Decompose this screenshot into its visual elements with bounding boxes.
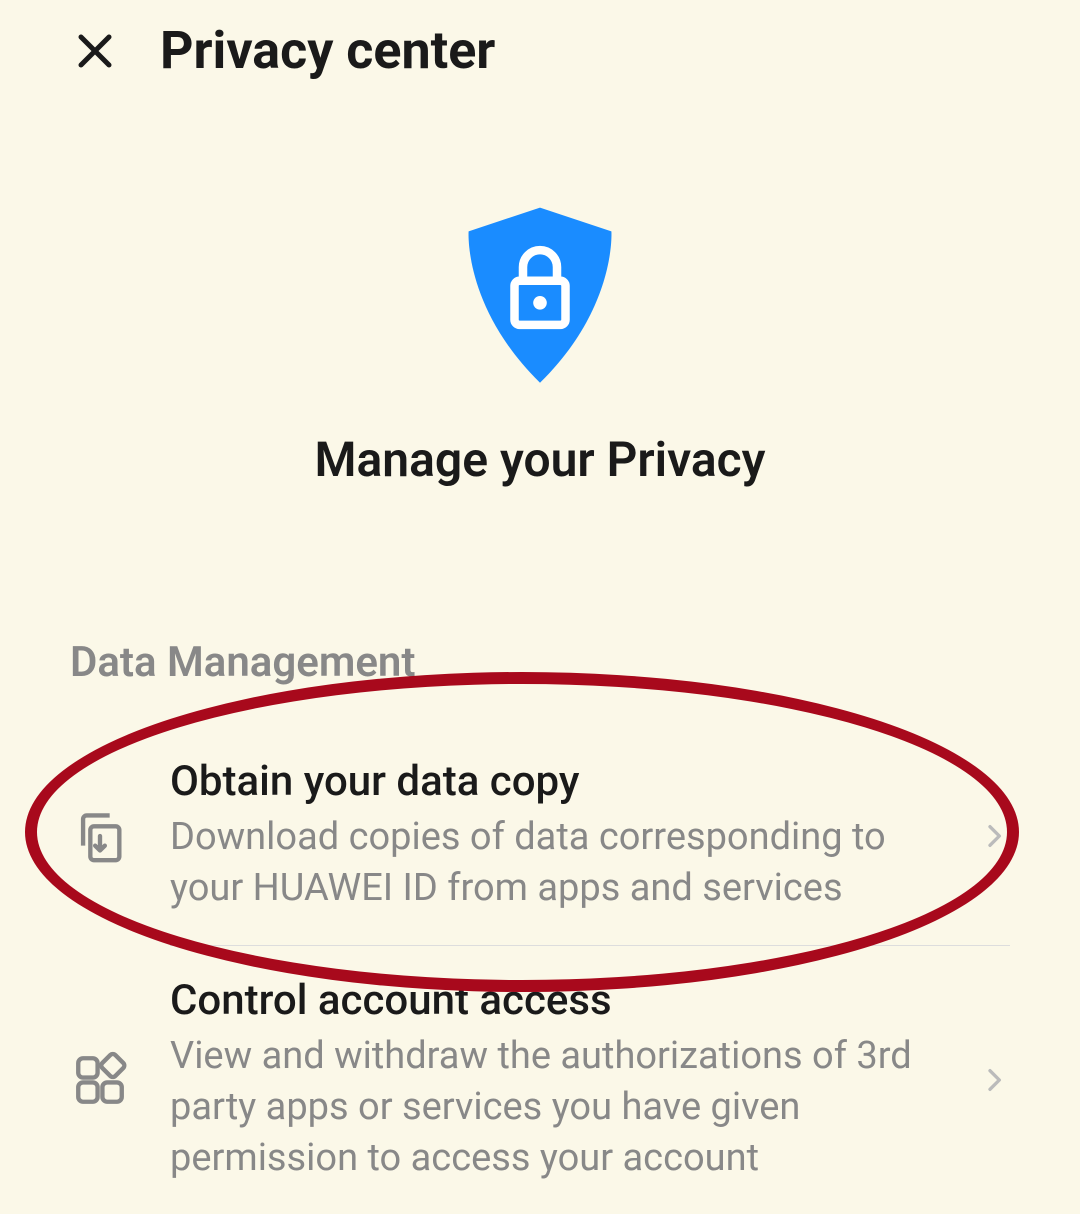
hero-title: Manage your Privacy bbox=[315, 431, 766, 488]
item-title: Control account access bbox=[170, 976, 938, 1025]
item-subtitle: View and withdraw the authorizations of … bbox=[170, 1031, 938, 1185]
item-body: Control account access View and withdraw… bbox=[170, 976, 938, 1185]
item-title: Obtain your data copy bbox=[170, 757, 938, 806]
page-title: Privacy center bbox=[160, 20, 495, 81]
item-body: Obtain your data copy Download copies of… bbox=[170, 757, 938, 915]
shield-lock-icon bbox=[455, 201, 625, 391]
apps-grid-icon bbox=[70, 1050, 130, 1110]
hero-section: Manage your Privacy bbox=[0, 201, 1080, 488]
close-icon[interactable] bbox=[70, 26, 120, 76]
item-subtitle: Download copies of data corresponding to… bbox=[170, 812, 938, 915]
section-header: Data Management bbox=[0, 638, 1080, 687]
list-item-control-account-access[interactable]: Control account access View and withdraw… bbox=[70, 946, 1010, 1214]
chevron-right-icon bbox=[978, 820, 1010, 852]
chevron-right-icon bbox=[978, 1064, 1010, 1096]
copy-icon bbox=[70, 806, 130, 866]
settings-list: Obtain your data copy Download copies of… bbox=[0, 727, 1080, 1214]
list-item-obtain-data-copy[interactable]: Obtain your data copy Download copies of… bbox=[70, 727, 1010, 945]
header-bar: Privacy center bbox=[0, 0, 1080, 101]
